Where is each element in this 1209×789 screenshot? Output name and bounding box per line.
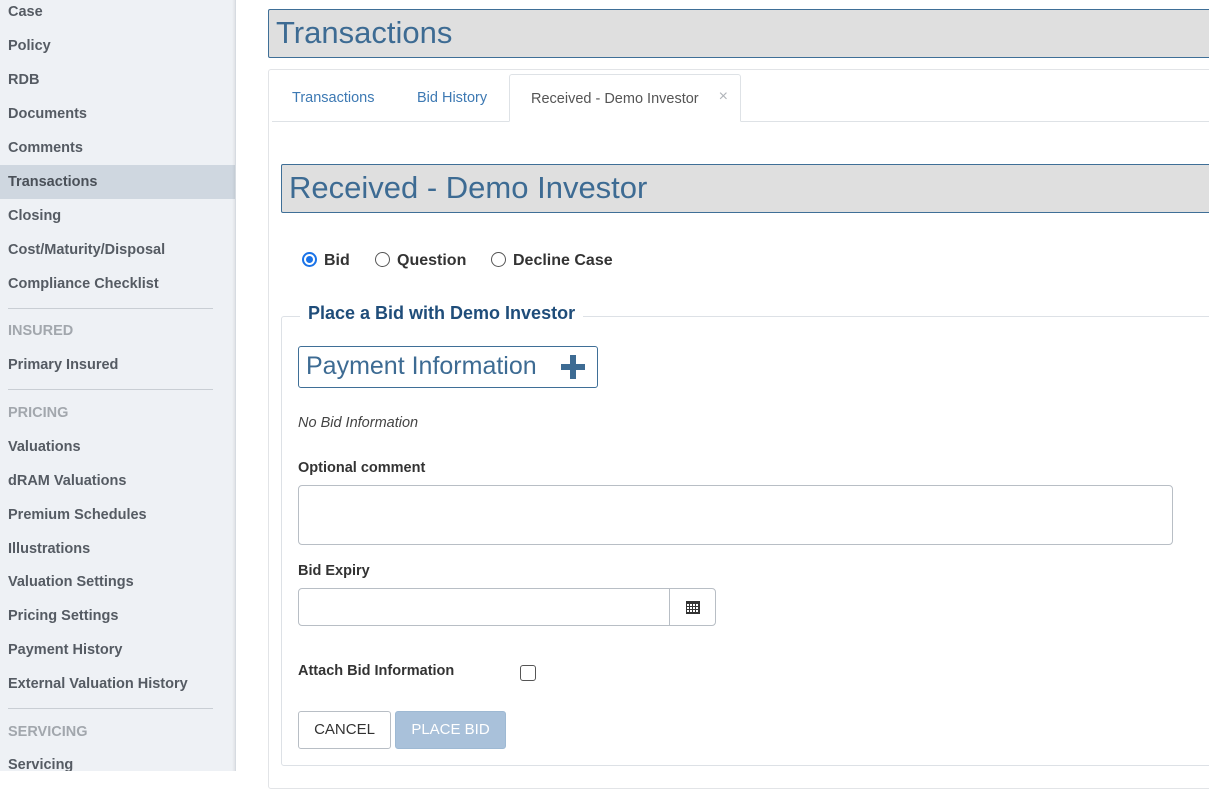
- radio-unselected-icon[interactable]: [491, 252, 506, 267]
- sidebar-item-primary-insured[interactable]: Primary Insured: [0, 348, 235, 382]
- sidebar-item-documents[interactable]: Documents: [0, 97, 235, 131]
- optional-comment-textarea[interactable]: [298, 485, 1173, 545]
- sidebar-item-rdb[interactable]: RDB: [0, 63, 235, 97]
- close-icon[interactable]: ×: [719, 73, 728, 121]
- no-bid-information-text: No Bid Information: [298, 415, 419, 431]
- page-title-bar: Transactions: [268, 9, 1209, 58]
- tab-label: Received - Demo Investor: [531, 91, 699, 107]
- radio-bid-label: Bid: [324, 252, 350, 269]
- tab-transactions[interactable]: Transactions: [292, 74, 374, 122]
- payment-information-button[interactable]: Payment Information: [298, 346, 598, 388]
- place-bid-button[interactable]: PLACE BID: [395, 711, 506, 749]
- radio-decline-case-label: Decline Case: [513, 252, 613, 269]
- sidebar-item-cost-maturity-disposal[interactable]: Cost/Maturity/Disposal: [0, 233, 235, 267]
- bid-form-legend: Place a Bid with Demo Investor: [300, 303, 584, 324]
- section-title-bar: Received - Demo Investor: [281, 164, 1209, 213]
- sidebar-section-pricing: PRICING: [8, 405, 69, 421]
- bid-expiry-label: Bid Expiry: [298, 563, 370, 579]
- sidebar-item-payment-history[interactable]: Payment History: [0, 633, 235, 667]
- sidebar-item-valuations[interactable]: Valuations: [0, 430, 235, 464]
- calendar-button[interactable]: [669, 588, 716, 626]
- sidebar-item-dram-valuations[interactable]: dRAM Valuations: [0, 464, 235, 498]
- sidebar-item-transactions[interactable]: Transactions: [0, 165, 235, 199]
- sidebar-divider: [8, 308, 213, 309]
- payment-information-label: Payment Information: [306, 352, 537, 380]
- sidebar-item-premium-schedules[interactable]: Premium Schedules: [0, 498, 235, 532]
- section-title: Received - Demo Investor: [289, 170, 648, 205]
- sidebar: Case Policy RDB Documents Comments Trans…: [0, 0, 236, 771]
- attach-bid-information-checkbox[interactable]: [520, 665, 536, 681]
- sidebar-item-compliance-checklist[interactable]: Compliance Checklist: [0, 267, 235, 301]
- page-title: Transactions: [276, 15, 453, 50]
- sidebar-item-servicing[interactable]: Servicing: [0, 748, 235, 771]
- sidebar-item-external-valuation-history[interactable]: External Valuation History: [0, 667, 235, 701]
- radio-unselected-icon[interactable]: [375, 252, 390, 267]
- sidebar-divider: [8, 708, 213, 709]
- bid-expiry-input[interactable]: [298, 588, 670, 626]
- plus-icon: [561, 355, 585, 379]
- cancel-button[interactable]: CANCEL: [298, 711, 391, 749]
- calendar-icon: [686, 601, 700, 614]
- radio-selected-icon[interactable]: [302, 252, 317, 267]
- attach-bid-information-label: Attach Bid Information: [298, 663, 455, 679]
- sidebar-item-pricing-settings[interactable]: Pricing Settings: [0, 599, 235, 633]
- optional-comment-label: Optional comment: [298, 460, 426, 476]
- sidebar-item-case[interactable]: Case: [0, 0, 235, 29]
- sidebar-item-comments[interactable]: Comments: [0, 131, 235, 165]
- tab-bar: Transactions Bid History Received - Demo…: [272, 74, 1209, 122]
- sidebar-item-valuation-settings[interactable]: Valuation Settings: [0, 565, 235, 599]
- sidebar-section-insured: INSURED: [8, 323, 74, 339]
- tab-bid-history[interactable]: Bid History: [417, 74, 487, 122]
- tab-received-demo-investor[interactable]: Received - Demo Investor ×: [509, 74, 741, 122]
- sidebar-item-illustrations[interactable]: Illustrations: [0, 532, 235, 566]
- sidebar-section-servicing: SERVICING: [8, 724, 88, 740]
- radio-question-label: Question: [397, 252, 467, 269]
- sidebar-divider: [8, 389, 213, 390]
- sidebar-item-policy[interactable]: Policy: [0, 29, 235, 63]
- sidebar-item-closing[interactable]: Closing: [0, 199, 235, 233]
